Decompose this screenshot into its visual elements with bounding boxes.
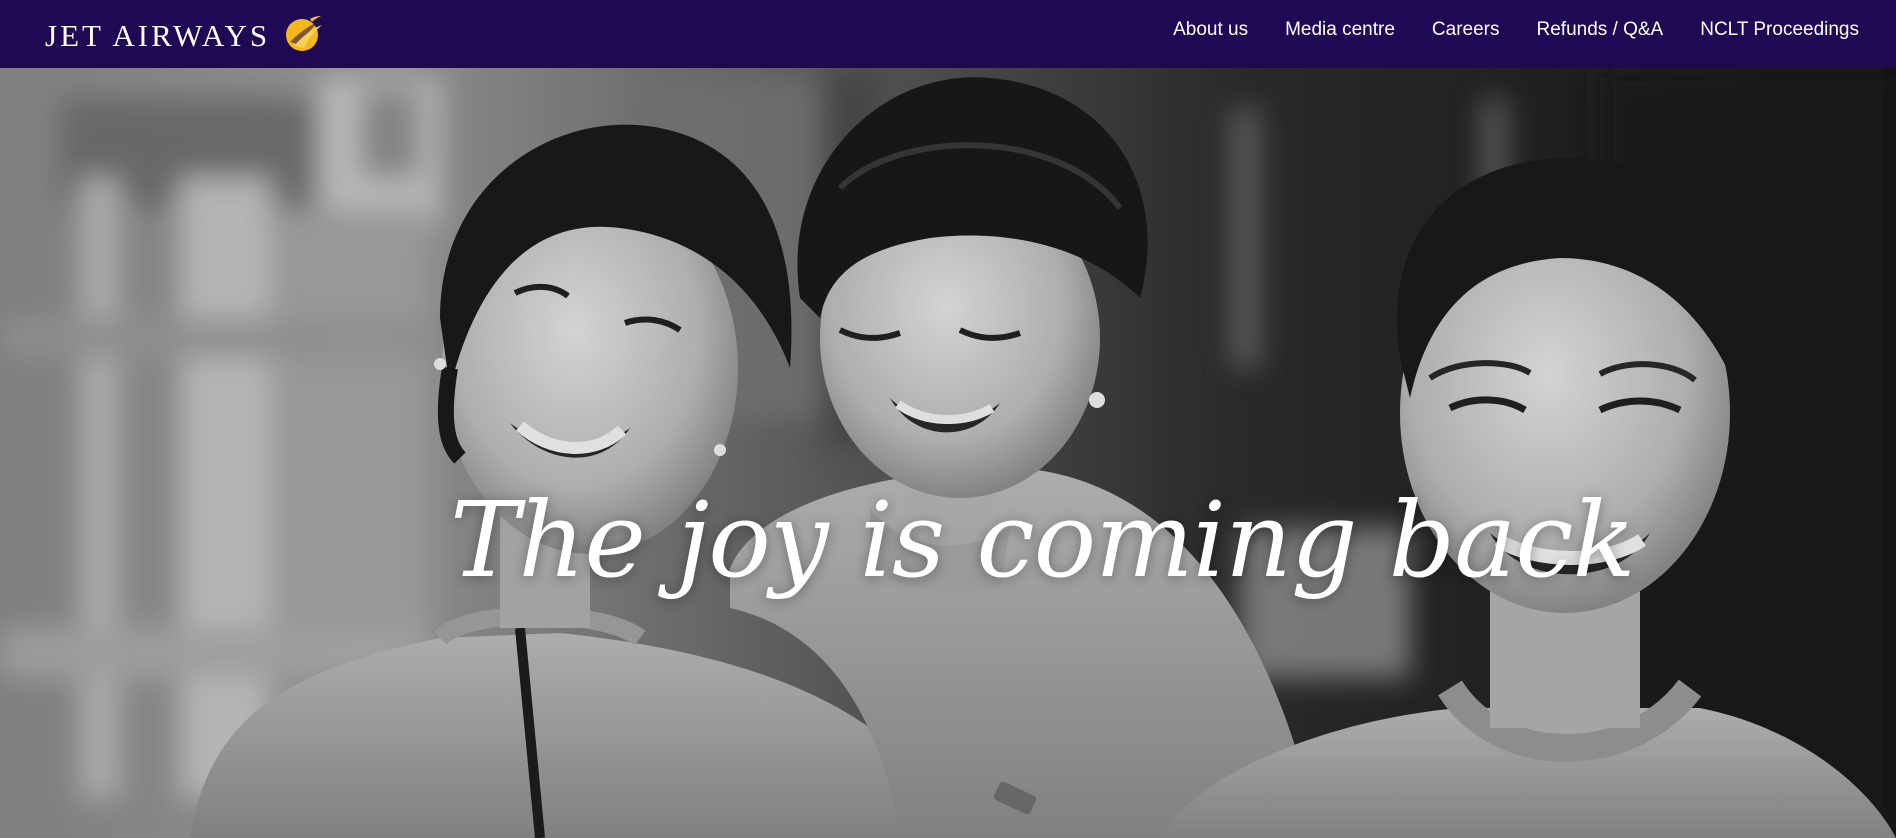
nav-media-centre[interactable]: Media centre [1285, 19, 1395, 41]
brand-logo-link[interactable]: JET AIRWAYS [45, 12, 324, 56]
jet-airways-swallow-logo-icon [286, 16, 323, 51]
cabin-crew-photo [0, 68, 1896, 838]
nav-refunds-qa[interactable]: Refunds / Q&A [1537, 19, 1664, 41]
brand-name: JET AIRWAYS [45, 17, 271, 53]
hero-banner: The joy is coming back [0, 68, 1896, 838]
nav-careers[interactable]: Careers [1432, 19, 1500, 41]
top-navbar: JET AIRWAYS About us Media centre Career… [0, 0, 1896, 68]
nav-nclt-proceedings[interactable]: NCLT Proceedings [1700, 19, 1859, 41]
nav-about-us[interactable]: About us [1173, 19, 1248, 41]
main-navigation: About us Media centre Careers Refunds / … [1173, 0, 1859, 68]
hero-headline: The joy is coming back [450, 479, 1636, 601]
